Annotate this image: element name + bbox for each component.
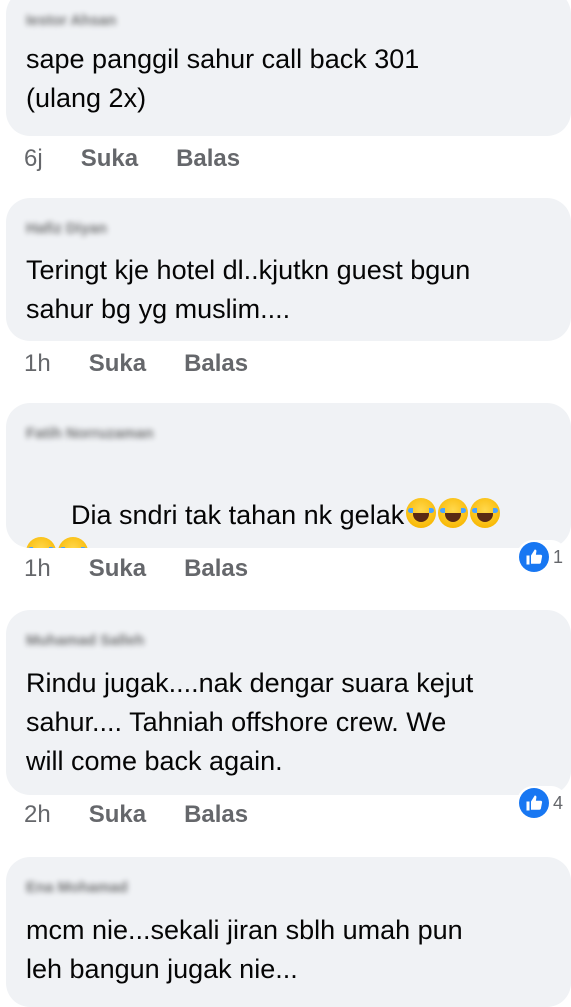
like-button[interactable]: Suka	[81, 145, 138, 173]
like-button[interactable]: Suka	[89, 555, 146, 583]
comment-bubble[interactable]: Hafiz Diyan Teringt kje hotel dl..kjutkn…	[6, 198, 571, 341]
comment-text: mcm nie...sekali jiran sblh umah pun leh…	[26, 915, 463, 984]
reply-button[interactable]: Balas	[184, 555, 248, 583]
like-button[interactable]: Suka	[89, 350, 146, 378]
tears-of-joy-emoji-icon	[438, 498, 469, 528]
like-icon	[518, 542, 549, 572]
reply-button[interactable]: Balas	[184, 350, 248, 378]
tears-of-joy-emoji-icon	[58, 537, 88, 548]
comment-text: Teringt kje hotel dl..kjutkn guest bgun …	[26, 255, 471, 324]
comment-author[interactable]: Muhamad Salleh	[26, 632, 144, 649]
comment-time[interactable]: 2h	[24, 801, 51, 829]
comment-author[interactable]: Ena Mohamad	[26, 879, 128, 896]
tears-of-joy-emoji-icon	[26, 537, 56, 548]
comment-bubble[interactable]: Fatih Norruzaman Dia sndri tak tahan nk …	[6, 403, 571, 548]
reply-button[interactable]: Balas	[184, 801, 248, 829]
comment-text: sape panggil sahur call back 301 (ulang …	[26, 44, 420, 113]
comment-author[interactable]: Iestor Ahsan	[26, 12, 116, 29]
comment-bubble[interactable]: Iestor Ahsan sape panggil sahur call bac…	[6, 0, 571, 136]
comment-actions: 1h Suka Balas	[24, 350, 248, 378]
like-button[interactable]: Suka	[89, 801, 146, 829]
comment-author[interactable]: Hafiz Diyan	[26, 220, 107, 237]
tears-of-joy-emoji-icon	[406, 498, 437, 528]
comment-actions: 1h Suka Balas	[24, 555, 248, 583]
comment-text: Rindu jugak....nak dengar suara kejut sa…	[26, 668, 474, 776]
reaction-summary[interactable]: 1	[516, 540, 567, 574]
comment-author[interactable]: Fatih Norruzaman	[26, 425, 154, 442]
comment-time[interactable]: 1h	[24, 555, 51, 583]
reaction-summary[interactable]: 4	[516, 786, 567, 820]
comment-time[interactable]: 1h	[24, 350, 51, 378]
comment-bubble[interactable]: Ena Mohamad mcm nie...sekali jiran sblh …	[6, 857, 571, 1007]
comment-text: Dia sndri tak tahan nk gelak	[26, 457, 559, 548]
tears-of-joy-emoji-icon	[470, 498, 501, 528]
reaction-count: 1	[552, 546, 563, 567]
comment-actions: 6j Suka Balas	[24, 145, 240, 173]
comment-text-content: Dia sndri tak tahan nk gelak	[71, 500, 405, 530]
like-icon	[518, 788, 549, 818]
comment-actions: 2h Suka Balas	[24, 801, 248, 829]
comment-bubble[interactable]: Muhamad Salleh Rindu jugak....nak dengar…	[6, 610, 571, 795]
reaction-count: 4	[552, 792, 563, 813]
comment-time[interactable]: 6j	[24, 145, 43, 173]
reply-button[interactable]: Balas	[176, 145, 240, 173]
